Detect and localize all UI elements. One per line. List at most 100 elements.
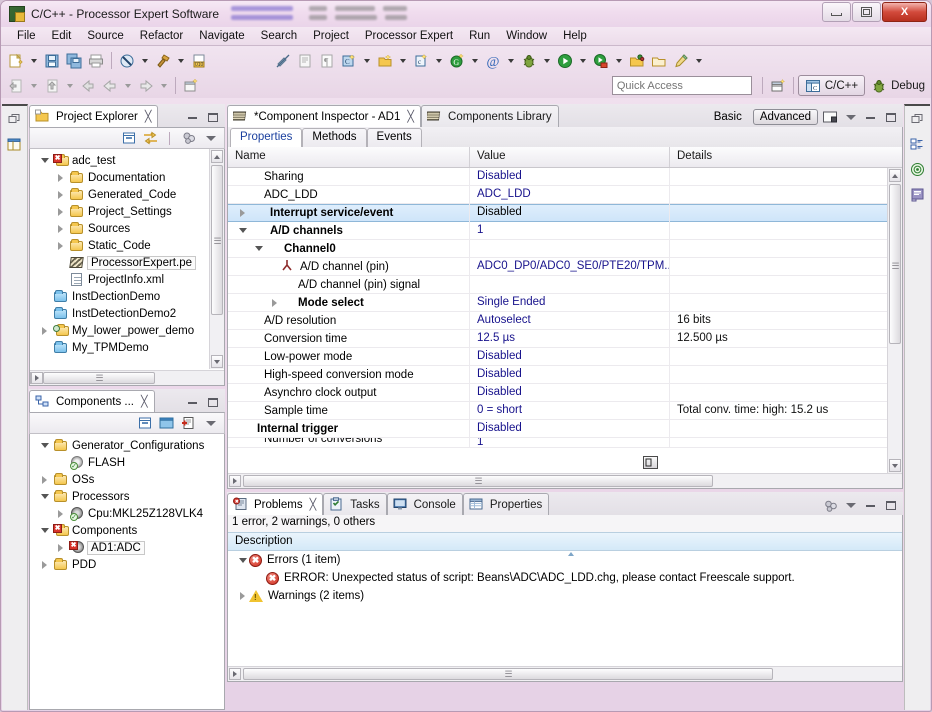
tree-item-project-settings[interactable]: Project_Settings xyxy=(30,203,224,220)
hscroll-thumb[interactable]: ☰ xyxy=(243,668,773,680)
menu-edit[interactable]: Edit xyxy=(44,29,80,43)
no-build-dropdown-icon[interactable] xyxy=(138,50,152,71)
filters-icon[interactable] xyxy=(823,498,838,513)
problems-row-errors-group[interactable]: ✖ Errors (1 item) xyxy=(228,551,902,569)
property-value[interactable]: Disabled xyxy=(470,168,670,186)
minimize-icon[interactable] xyxy=(863,498,878,513)
add-component-icon[interactable] xyxy=(181,416,196,431)
export-icon[interactable] xyxy=(41,75,63,96)
target-icon[interactable] xyxy=(910,162,925,177)
properties-vscrollbar[interactable]: ☰ xyxy=(887,168,902,473)
project-explorer-fast-icon[interactable] xyxy=(7,137,22,152)
mode-advanced[interactable]: Advanced xyxy=(753,109,818,125)
property-value[interactable]: Autoselect xyxy=(470,312,670,330)
close-button[interactable]: X xyxy=(882,2,927,22)
pilcrow-icon[interactable]: ¶ xyxy=(316,50,338,71)
menu-help[interactable]: Help xyxy=(555,29,595,43)
menu-refactor[interactable]: Refactor xyxy=(132,29,191,43)
menu-search[interactable]: Search xyxy=(253,29,305,43)
property-value[interactable]: Disabled xyxy=(470,420,670,438)
tree-item-projectinfo-xml[interactable]: ProjectInfo.xml xyxy=(30,271,224,288)
new-class-dropdown-icon[interactable] xyxy=(360,50,374,71)
table-row[interactable]: A/D channels 1 xyxy=(228,222,902,240)
property-value[interactable]: 12.5 µs xyxy=(470,330,670,348)
tab-methods[interactable]: Methods xyxy=(302,128,366,147)
properties-hscrollbar[interactable]: ☰ xyxy=(228,473,902,488)
at-icon[interactable]: @ xyxy=(482,50,504,71)
at-dropdown-icon[interactable] xyxy=(504,50,518,71)
project-explorer-hscrollbar[interactable]: ☰ xyxy=(30,370,224,385)
property-value[interactable]: Disabled xyxy=(470,204,670,222)
column-header-name[interactable]: Name xyxy=(228,147,470,167)
table-row[interactable]: Number of conversions 1 xyxy=(228,438,902,448)
tab-tasks[interactable]: Tasks xyxy=(323,493,386,515)
minimize-icon[interactable] xyxy=(185,395,200,410)
scroll-up-button[interactable] xyxy=(211,150,223,163)
menu-navigate[interactable]: Navigate xyxy=(191,29,252,43)
twisty-closed-icon[interactable] xyxy=(54,507,67,520)
cell-editor-button[interactable] xyxy=(643,456,658,469)
twisty-closed-icon[interactable] xyxy=(54,171,67,184)
table-row[interactable]: Sample time 0 = short Total conv. time: … xyxy=(228,402,902,420)
table-row[interactable]: ADC_LDD ADC_LDD xyxy=(228,186,902,204)
property-value[interactable]: 1 xyxy=(470,222,670,240)
new-folder-icon[interactable] xyxy=(374,50,396,71)
collapse-all-icon[interactable] xyxy=(137,416,152,431)
table-row[interactable]: Interrupt service/event Disabled xyxy=(228,204,902,222)
table-row[interactable]: Sharing Disabled xyxy=(228,168,902,186)
column-header-description[interactable]: Description xyxy=(228,532,902,551)
import-dropdown-icon[interactable] xyxy=(27,75,41,96)
close-project-icon[interactable] xyxy=(648,50,670,71)
maximize-icon[interactable] xyxy=(883,110,898,125)
table-row[interactable]: Asynchro clock output Disabled xyxy=(228,384,902,402)
column-header-details[interactable]: Details xyxy=(670,147,887,167)
open-perspective-icon[interactable] xyxy=(767,75,789,96)
twisty-closed-icon[interactable] xyxy=(54,188,67,201)
tab-component-inspector[interactable]: *Component Inspector - AD1 ╳ xyxy=(227,105,421,127)
debug-bug-dropdown-icon[interactable] xyxy=(540,50,554,71)
tree-item-generator-configurations[interactable]: Generator_Configurations xyxy=(30,437,224,454)
new-folder-dropdown-icon[interactable] xyxy=(396,50,410,71)
problems-row-warnings-group[interactable]: Warnings (2 items) xyxy=(228,587,902,605)
twisty-closed-icon[interactable] xyxy=(38,558,51,571)
debug-g-icon[interactable]: G xyxy=(446,50,468,71)
project-explorer-tree[interactable]: ✖ adc_test Documentation Gener xyxy=(29,149,225,386)
pen-dropdown-icon[interactable] xyxy=(692,50,706,71)
menu-project[interactable]: Project xyxy=(305,29,357,43)
table-row[interactable]: Mode select Single Ended xyxy=(228,294,902,312)
show-views-icon[interactable] xyxy=(159,416,174,431)
twisty-closed-icon[interactable] xyxy=(54,222,67,235)
new-window-icon[interactable] xyxy=(180,75,202,96)
tab-components-library[interactable]: Components Library xyxy=(421,105,559,127)
table-row[interactable]: A/D channel (pin) signal xyxy=(228,276,902,294)
twisty-closed-icon[interactable] xyxy=(54,541,67,554)
maximize-icon[interactable] xyxy=(883,498,898,513)
scroll-right-button[interactable] xyxy=(229,668,241,680)
scroll-thumb[interactable]: ☰ xyxy=(889,184,901,344)
build-dropdown-icon[interactable] xyxy=(174,50,188,71)
binary-010-icon[interactable]: 010 xyxy=(188,50,210,71)
table-row[interactable]: A/D resolution Autoselect 16 bits xyxy=(228,312,902,330)
property-value[interactable]: Disabled xyxy=(470,348,670,366)
close-icon[interactable]: ╳ xyxy=(407,110,414,123)
view-menu-icon[interactable] xyxy=(843,110,858,125)
restore-icon[interactable] xyxy=(910,112,925,127)
twisty-closed-icon[interactable] xyxy=(38,473,51,486)
perspective-cpp[interactable]: C C/C++ xyxy=(798,75,865,96)
property-value[interactable]: Disabled xyxy=(470,366,670,384)
debug-bug-icon[interactable] xyxy=(518,50,540,71)
tree-item-my-lower-power-demo[interactable]: My_lower_power_demo xyxy=(30,322,224,339)
debug-g-dropdown-icon[interactable] xyxy=(468,50,482,71)
new-c-file-dropdown-icon[interactable] xyxy=(432,50,446,71)
maximize-icon[interactable] xyxy=(205,395,220,410)
table-row[interactable]: A/D channel (pin) ADC0_DP0/ADC0_SE0/PTE2… xyxy=(228,258,902,276)
new-file-icon[interactable] xyxy=(5,50,27,71)
save-all-icon[interactable] xyxy=(63,50,85,71)
twisty-open-icon[interactable] xyxy=(38,439,51,452)
new-class-icon[interactable]: C xyxy=(338,50,360,71)
tree-item-sources[interactable]: Sources xyxy=(30,220,224,237)
menu-processor-expert[interactable]: Processor Expert xyxy=(357,29,461,43)
scroll-up-button[interactable] xyxy=(889,169,901,182)
tree-item-ad1-adc[interactable]: ✖ AD1:ADC xyxy=(30,539,224,556)
twisty-open-icon[interactable] xyxy=(38,490,51,503)
